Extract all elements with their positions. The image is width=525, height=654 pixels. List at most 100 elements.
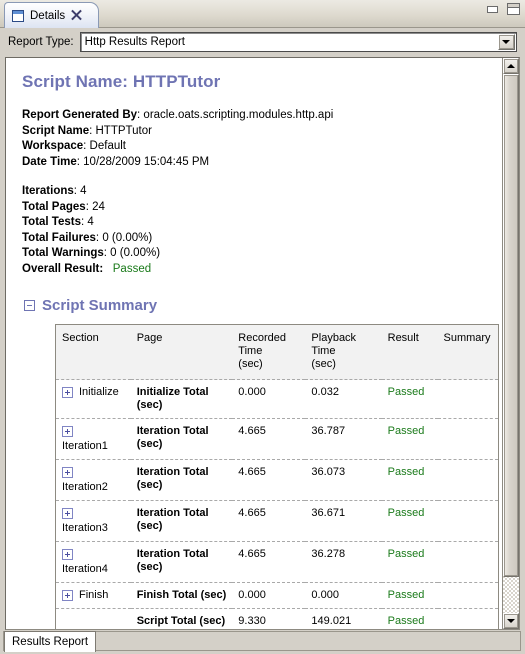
- details-view: Details Report Type: Http Results Report…: [0, 0, 525, 654]
- script-summary-header[interactable]: Script Summary: [24, 297, 502, 314]
- meta-row: Date Time: 10/28/2009 15:04:45 PM: [22, 155, 210, 168]
- window-controls: [487, 3, 520, 15]
- cell-section: Iteration3: [55, 500, 131, 542]
- close-icon[interactable]: [71, 10, 82, 21]
- plus-box-icon[interactable]: [62, 548, 73, 560]
- cell-section: [55, 608, 131, 629]
- cell-section: Initialize: [55, 379, 131, 419]
- report-type-select[interactable]: Http Results Report: [79, 32, 517, 52]
- table-row: Finish Finish Total (sec) 0.000 0.000 Pa…: [55, 582, 499, 609]
- tab-results-report[interactable]: Results Report: [4, 631, 97, 652]
- column-header-page: Page: [130, 324, 233, 380]
- stat-label: Total Pages: [22, 200, 86, 213]
- cell-result: Passed: [381, 500, 438, 542]
- cell-section: Finish: [55, 582, 131, 609]
- table-row: Iteration4 Iteration Total (sec) 4.665 3…: [55, 541, 499, 583]
- vertical-scrollbar[interactable]: [502, 58, 519, 629]
- meta-label: Report Generated By: [22, 109, 138, 121]
- cell-playback-time: 0.032: [305, 379, 382, 419]
- cell-recorded-time: 4.665: [232, 459, 306, 501]
- cell-page: Iteration Total (sec): [130, 500, 233, 542]
- column-header-result: Result: [381, 324, 438, 380]
- column-header-summary: Summary: [437, 324, 499, 380]
- scrollbar-track[interactable]: [503, 74, 519, 613]
- stat-row: Total Pages: 24: [22, 200, 105, 213]
- stat-row: Total Tests: 4: [22, 216, 94, 228]
- plus-box-icon[interactable]: [62, 466, 73, 478]
- tab-details[interactable]: Details: [4, 2, 100, 28]
- cell-summary: [437, 459, 499, 501]
- stat-value: 4: [87, 216, 94, 228]
- meta-value: oracle.oats.scripting.modules.http.api: [143, 109, 334, 121]
- plus-box-icon[interactable]: [62, 590, 73, 601]
- column-header-section: Section: [55, 324, 131, 380]
- cell-summary: [437, 418, 499, 460]
- plus-box-icon[interactable]: [62, 425, 73, 437]
- overall-result-row: Overall Result: Passed: [22, 262, 502, 278]
- cell-summary: [437, 582, 499, 609]
- cell-recorded-time: 0.000: [232, 379, 306, 419]
- stat-label: Total Failures: [22, 231, 96, 244]
- cell-section: Iteration4: [55, 541, 131, 583]
- scrollbar-thumb[interactable]: [503, 74, 519, 577]
- editor-tab-strip: Details: [0, 0, 525, 28]
- cell-recorded-time: 9.330: [232, 608, 306, 629]
- cell-recorded-time: 4.665: [232, 541, 306, 583]
- plus-box-icon[interactable]: [62, 507, 73, 519]
- report-type-label: Report Type:: [8, 36, 74, 48]
- minimize-icon[interactable]: [487, 5, 498, 13]
- cell-recorded-time: 4.665: [232, 500, 306, 542]
- cell-summary: [437, 541, 499, 583]
- cell-playback-time: 36.073: [305, 459, 382, 501]
- meta-row: Script Name: HTTPTutor: [22, 124, 152, 137]
- overall-result-label: Overall Result:: [22, 262, 104, 275]
- cell-summary: [437, 500, 499, 542]
- meta-label: Date Time: [22, 155, 77, 168]
- scroll-down-icon[interactable]: [503, 613, 519, 629]
- script-summary-heading: Script Summary: [42, 297, 158, 314]
- report-metadata: Report Generated By: oracle.oats.scripti…: [22, 108, 502, 170]
- script-summary-table: Section Page Recorded Time (sec) Playbac…: [55, 324, 499, 629]
- section-name: Iteration2: [62, 481, 108, 493]
- stat-label: Total Tests: [22, 216, 81, 228]
- chevron-down-icon[interactable]: [497, 34, 515, 50]
- table-row: Initialize Initialize Total (sec) 0.000 …: [55, 379, 499, 419]
- table-row: Iteration1 Iteration Total (sec) 4.665 3…: [55, 418, 499, 460]
- stat-value: 0 (0.00%): [102, 231, 153, 244]
- meta-label: Workspace: [22, 140, 84, 152]
- cell-page: Iteration Total (sec): [130, 541, 233, 583]
- meta-label: Script Name: [22, 124, 90, 137]
- cell-page: Iteration Total (sec): [130, 418, 233, 460]
- scroll-up-icon[interactable]: [503, 58, 519, 74]
- plus-box-icon[interactable]: [62, 387, 73, 398]
- cell-playback-time: 36.278: [305, 541, 382, 583]
- stat-row: Total Warnings: 0 (0.00%): [22, 247, 161, 259]
- document-icon: [12, 9, 24, 22]
- header-line1: Playback Time: [311, 332, 357, 357]
- report-content-frame: Script Name: HTTPTutor Report Generated …: [5, 57, 520, 630]
- meta-value: 10/28/2009 15:04:45 PM: [83, 155, 210, 168]
- status-badge: Passed: [112, 262, 152, 275]
- cell-playback-time: 36.671: [305, 500, 382, 542]
- cell-page: Iteration Total (sec): [130, 459, 233, 501]
- minus-box-icon[interactable]: [24, 300, 35, 311]
- cell-section: Iteration2: [55, 459, 131, 501]
- cell-playback-time: 149.021: [305, 608, 382, 629]
- meta-value: Default: [89, 140, 126, 152]
- section-name: Iteration4: [62, 563, 108, 575]
- header-line1: Page: [136, 332, 163, 344]
- stat-row: Iterations: 4: [22, 185, 87, 197]
- header-line1: Result: [387, 332, 419, 344]
- cell-result: Passed: [381, 379, 438, 419]
- table-header-row: Section Page Recorded Time (sec) Playbac…: [55, 324, 499, 380]
- table-row: Iteration2 Iteration Total (sec) 4.665 3…: [55, 459, 499, 501]
- report-type-selected-value: Http Results Report: [84, 36, 185, 48]
- report-type-bar: Report Type: Http Results Report: [0, 28, 525, 56]
- column-header-recorded-time: Recorded Time (sec): [232, 324, 306, 380]
- cell-result: Passed: [381, 608, 438, 629]
- meta-value: HTTPTutor: [95, 124, 152, 137]
- page-title: Script Name: HTTPTutor: [22, 72, 221, 91]
- maximize-icon[interactable]: [507, 3, 520, 15]
- report-scroll-area: Script Name: HTTPTutor Report Generated …: [6, 58, 502, 629]
- section-name: Initialize: [79, 386, 119, 398]
